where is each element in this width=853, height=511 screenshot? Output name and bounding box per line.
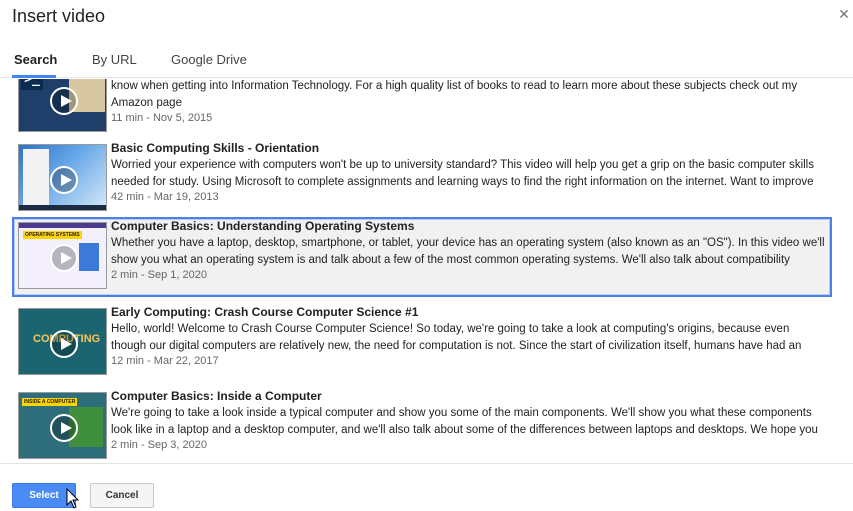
dialog-title: Insert video [12, 6, 106, 26]
insert-video-dialog: Insert video ✕ Search By URL Google Driv… [0, 0, 853, 511]
video-thumbnail: COMPUTING [18, 308, 107, 375]
video-description: Whether you have a laptop, desktop, smar… [111, 237, 825, 266]
play-icon [50, 87, 78, 115]
video-result-item[interactable]: >_ know when getting into Information Te… [12, 79, 832, 142]
thumbnail-graphic [19, 223, 106, 228]
thumbnail-graphic [79, 243, 99, 271]
video-description: We're going to take a look inside a typi… [111, 407, 818, 436]
thumbnail-label: OPERATING SYSTEMS [23, 231, 82, 239]
video-meta: 2 min - Sep 1, 2020 [111, 269, 208, 281]
thumbnail-label: INSIDE A COMPUTER [22, 398, 78, 406]
play-icon [50, 414, 78, 442]
video-title: Computer Basics: Inside a Computer [111, 389, 322, 403]
video-thumbnail: >_ [18, 79, 107, 132]
select-button[interactable]: Select [12, 483, 76, 508]
play-icon [50, 330, 78, 358]
video-title: Computer Basics: Understanding Operating… [111, 219, 415, 233]
tab-by-url[interactable]: By URL [92, 52, 137, 67]
video-meta: 11 min - Nov 5, 2015 [111, 112, 213, 124]
play-icon [50, 166, 78, 194]
cancel-button[interactable]: Cancel [90, 483, 154, 508]
video-result-item-selected[interactable]: OPERATING SYSTEMS Computer Basics: Under… [12, 217, 832, 297]
thumbnail-graphic [23, 149, 49, 207]
video-thumbnail: INSIDE A COMPUTER [18, 392, 107, 459]
thumbnail-taskbar [19, 205, 106, 210]
video-meta: 42 min - Mar 19, 2013 [111, 191, 219, 203]
terminal-icon: >_ [21, 79, 43, 90]
video-title: Early Computing: Crash Course Computer S… [111, 305, 419, 319]
video-result-item[interactable]: Basic Computing Skills - Orientation Wor… [12, 139, 832, 221]
video-result-item[interactable]: COMPUTING Early Computing: Crash Course … [12, 303, 832, 385]
video-thumbnail [18, 144, 107, 211]
active-tab-indicator [12, 75, 56, 78]
close-icon[interactable]: ✕ [837, 6, 851, 22]
dialog-footer: Select Cancel [0, 463, 853, 511]
video-title: Basic Computing Skills - Orientation [111, 141, 320, 155]
video-description: Worried your experience with computers w… [111, 159, 814, 188]
video-results-list[interactable]: >_ know when getting into Information Te… [0, 79, 853, 463]
video-thumbnail: OPERATING SYSTEMS [18, 222, 107, 289]
tab-search[interactable]: Search [14, 52, 57, 67]
video-result-item[interactable]: INSIDE A COMPUTER Computer Basics: Insid… [12, 387, 832, 463]
play-icon [50, 244, 78, 272]
video-description: know when getting into Information Techn… [111, 80, 798, 109]
tab-bar: Search By URL Google Drive [0, 44, 853, 78]
tab-google-drive[interactable]: Google Drive [171, 52, 247, 67]
video-meta: 12 min - Mar 22, 2017 [111, 355, 219, 367]
video-description: Hello, world! Welcome to Crash Course Co… [111, 323, 802, 352]
video-meta: 2 min - Sep 3, 2020 [111, 439, 208, 451]
